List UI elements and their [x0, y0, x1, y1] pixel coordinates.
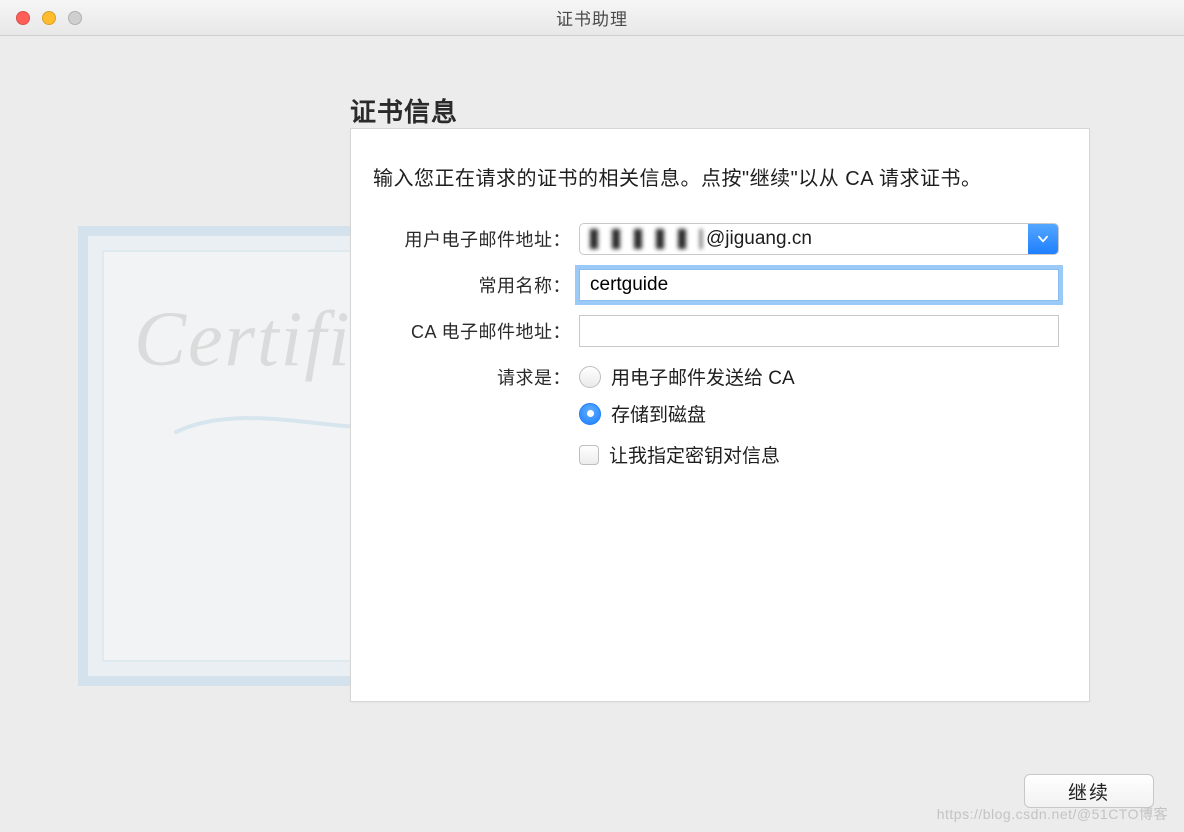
traffic-lights: [16, 11, 82, 25]
content-area: Certificate 证书信息 输入您正在请求的证书的相关信息。点按"继续"以…: [0, 36, 1184, 832]
watermark: https://blog.csdn.net/@51CTO博客: [937, 804, 1168, 824]
option-keypair-label: 让我指定密钥对信息: [609, 441, 780, 468]
label-ca-email: CA 电子邮件地址：: [373, 318, 571, 344]
minimize-window-button[interactable]: [42, 11, 56, 25]
row-common-name: 常用名称：: [373, 269, 1059, 301]
option-email-ca-label: 用电子邮件发送给 CA: [611, 363, 795, 390]
label-common-name: 常用名称：: [373, 272, 571, 298]
label-user-email: 用户电子邮件地址：: [373, 226, 571, 252]
checkbox-icon: [579, 445, 599, 465]
option-keypair[interactable]: 让我指定密钥对信息: [579, 441, 1059, 468]
row-user-email: 用户电子邮件地址： @jiguang.cn: [373, 223, 1059, 255]
row-request: 请求是： 用电子邮件发送给 CA 存储到磁盘 让我指定密钥对信息: [373, 361, 1059, 468]
form-panel: 输入您正在请求的证书的相关信息。点按"继续"以从 CA 请求证书。 用户电子邮件…: [350, 128, 1090, 702]
footer: 继续: [1024, 774, 1154, 808]
option-email-ca[interactable]: 用电子邮件发送给 CA: [579, 363, 1059, 390]
row-ca-email: CA 电子邮件地址：: [373, 315, 1059, 347]
combo-arrow-button[interactable]: [1028, 224, 1058, 254]
radio-icon: [579, 366, 601, 388]
page-heading: 证书信息: [350, 92, 458, 129]
option-save-disk[interactable]: 存储到磁盘: [579, 400, 1059, 427]
label-request: 请求是：: [373, 361, 571, 390]
user-email-value: @jiguang.cn: [580, 224, 1028, 254]
titlebar: 证书助理: [0, 0, 1184, 36]
request-options: 用电子邮件发送给 CA 存储到磁盘 让我指定密钥对信息: [579, 361, 1059, 468]
window-title: 证书助理: [0, 5, 1184, 30]
obscured-text: [590, 229, 702, 249]
option-save-disk-label: 存储到磁盘: [611, 400, 706, 427]
user-email-suffix: @jiguang.cn: [706, 228, 812, 250]
zoom-window-button[interactable]: [68, 11, 82, 25]
chevron-down-icon: [1036, 232, 1050, 246]
intro-text: 输入您正在请求的证书的相关信息。点按"继续"以从 CA 请求证书。: [373, 163, 1059, 195]
ca-email-input[interactable]: [579, 315, 1059, 347]
radio-checked-icon: [579, 403, 601, 425]
continue-button[interactable]: 继续: [1024, 774, 1154, 808]
close-window-button[interactable]: [16, 11, 30, 25]
common-name-input[interactable]: [579, 269, 1059, 301]
user-email-combo[interactable]: @jiguang.cn: [579, 223, 1059, 255]
